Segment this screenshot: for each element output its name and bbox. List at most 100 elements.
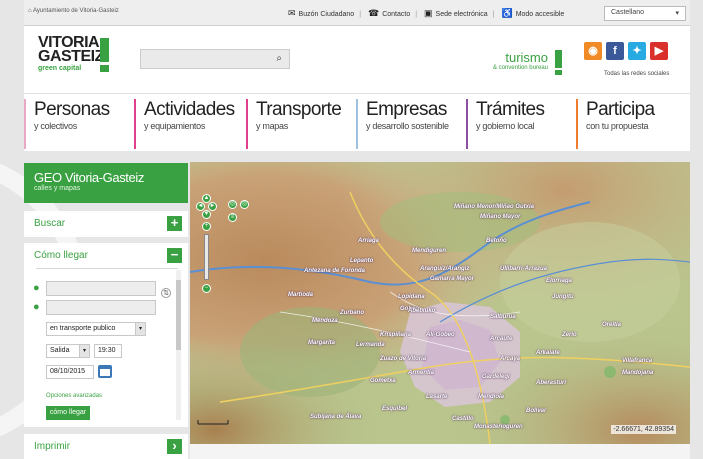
geo-header: GEO Vitoria-Gasteiz calles y mapas: [24, 163, 188, 203]
destination-pin-icon: ●: [33, 301, 40, 313]
nav-empresas[interactable]: Empresas y desarrollo sostenible: [356, 99, 466, 149]
turismo-exclamation-dot: [555, 70, 562, 75]
nav-actividades[interactable]: Actividades y equipamientos: [134, 99, 246, 149]
place-label: Villafranca: [622, 358, 653, 364]
place-label: Zuazo de Vitoria: [380, 356, 427, 362]
swap-icon[interactable]: ⇅: [161, 288, 171, 298]
destination-input[interactable]: [46, 300, 156, 315]
place-label: Arriaga: [358, 238, 380, 244]
map-footer: [190, 444, 690, 459]
place-label: Lopidana: [398, 294, 425, 300]
facebook-icon[interactable]: f: [606, 42, 624, 60]
divider: [36, 268, 178, 269]
youtube-icon[interactable]: ▶: [650, 42, 668, 60]
nav-personas[interactable]: Personas y colectivos: [24, 99, 134, 149]
place-label: Krispiñana: [380, 332, 412, 338]
search-input[interactable]: ⌕: [140, 49, 290, 69]
date-input[interactable]: 08/10/2015: [46, 365, 94, 379]
expand-plus-icon[interactable]: +: [167, 216, 182, 231]
place-label: Martioda: [288, 292, 314, 298]
como-llegar-title[interactable]: Cómo llegar: [34, 250, 88, 261]
panel-scrollbar[interactable]: [176, 270, 181, 420]
place-label: Mendoza: [312, 318, 338, 324]
imprimir-title[interactable]: Imprimir: [34, 441, 70, 452]
place-label: Aberasturi: [536, 380, 567, 386]
place-label: Oreitia: [602, 322, 622, 328]
coordinates-readout: -2.66671, 42.89354: [611, 425, 676, 434]
social-networks-link[interactable]: Todas las redes sociales: [604, 71, 669, 77]
place-label: Mendiola: [478, 394, 505, 400]
separator: |: [492, 11, 495, 18]
place-label: Zerio: [562, 332, 577, 338]
place-label: Aranguiz/Arangiz: [420, 266, 470, 272]
contacto-link[interactable]: ☎ Contacto: [368, 8, 410, 19]
place-label: Armentia: [408, 370, 435, 376]
logo-exclamation-bar: [100, 38, 109, 62]
collapse-minus-icon[interactable]: −: [167, 248, 182, 263]
origin-pin-icon: ●: [33, 282, 40, 294]
twitter-icon[interactable]: ✦: [628, 42, 646, 60]
language-select[interactable]: Castellano ▾: [604, 6, 686, 21]
scrollbar-thumb[interactable]: [176, 280, 181, 350]
place-label: Lermanda: [356, 342, 385, 348]
origin-input[interactable]: [46, 281, 156, 296]
locate-icon[interactable]: ◎: [240, 200, 249, 209]
salida-select[interactable]: Salida ▾: [46, 344, 90, 358]
sede-link[interactable]: ▣ Sede electrónica: [424, 8, 488, 19]
place-label: Mandojana: [622, 370, 654, 376]
vitoria-gasteiz-logo[interactable]: VITORIA GASTEIZ green capital: [38, 35, 118, 86]
social-icons: ◉ f ✦ ▶: [584, 42, 674, 62]
place-label: Ali-Gobeo: [426, 332, 455, 338]
place-label: Antezana de Foronda: [304, 268, 366, 274]
place-label: Lasarte: [426, 394, 448, 400]
turismo-logo[interactable]: turismo & convention bureau: [464, 50, 564, 76]
home-link[interactable]: ⌂ Ayuntamiento de Vitoria-Gasteiz: [28, 8, 119, 14]
zoom-extent-icon[interactable]: ◎: [228, 200, 237, 209]
nav-transporte[interactable]: Transporte y mapas: [246, 99, 356, 149]
place-label: Betoño: [486, 238, 507, 244]
advanced-options-link[interactable]: Opciones avanzadas: [46, 393, 102, 399]
pan-down-icon[interactable]: ▼: [202, 210, 211, 219]
place-label: Mendiguren: [412, 248, 446, 254]
place-label: Subijana de Álava: [310, 414, 362, 420]
relief-map[interactable]: [190, 162, 690, 444]
nav-tramites[interactable]: Trámites y gobierno local: [466, 99, 576, 149]
place-label: Gamarra Mayor: [430, 276, 475, 282]
search-icon[interactable]: ⌕: [276, 53, 282, 64]
place-label: Miñano Menor/Miñao Gutxia: [454, 204, 535, 210]
buzon-link[interactable]: ✉ Buzón Ciudadano: [288, 8, 354, 19]
zoom-in-icon[interactable]: +: [202, 222, 211, 231]
nav-participa[interactable]: Participa con tu propuesta: [576, 99, 690, 149]
place-label: Arcaya: [500, 356, 521, 362]
main-navigation: Personas y colectivos Actividades y equi…: [24, 93, 690, 151]
place-label: Ullibarri-Arrazua: [500, 266, 548, 272]
place-label: Arcaute: [490, 336, 513, 342]
site-header: VITORIA GASTEIZ green capital ⌕ turismo …: [24, 26, 690, 93]
separator: |: [415, 11, 418, 18]
logo-exclamation-dot: [100, 65, 109, 72]
zoom-slider[interactable]: [204, 234, 209, 280]
accesible-link[interactable]: ♿ Modo accesible: [501, 8, 564, 19]
layers-icon[interactable]: ≡: [228, 213, 237, 222]
page: ⌂ Ayuntamiento de Vitoria-Gasteiz ✉ Buzón…: [0, 0, 703, 459]
place-label: Zurbano: [340, 310, 364, 316]
place-label: Esquibel: [382, 406, 408, 412]
chevron-right-icon[interactable]: ›: [167, 439, 182, 454]
como-llegar-panel: Cómo llegar − ● ● ⇅ en transporte public…: [24, 243, 188, 427]
envelope-icon: ✉: [288, 8, 296, 18]
place-label: Jungitu: [552, 294, 574, 300]
turismo-exclamation-bar: [555, 50, 562, 68]
transport-mode-select[interactable]: en transporte publico ▾: [46, 322, 146, 336]
map-viewer[interactable]: ▲ ◄ ► ▼ ◎ ◎ ≡ + − Miñano Menor/Miñao Gut…: [190, 162, 690, 444]
zoom-out-icon[interactable]: −: [202, 284, 211, 293]
buscar-title[interactable]: Buscar: [34, 218, 65, 229]
rss-icon[interactable]: ◉: [584, 42, 602, 60]
place-label: Salburua: [490, 314, 516, 320]
calendar-icon[interactable]: [98, 365, 112, 378]
place-label: Elorriaga: [546, 278, 573, 284]
time-input[interactable]: 19:30: [94, 344, 122, 358]
place-label: Arkaiate: [536, 350, 560, 356]
dropdown-arrow-icon: ▾: [135, 323, 145, 335]
como-llegar-button[interactable]: cómo llegar: [46, 406, 90, 420]
pan-right-icon[interactable]: ►: [208, 202, 217, 211]
